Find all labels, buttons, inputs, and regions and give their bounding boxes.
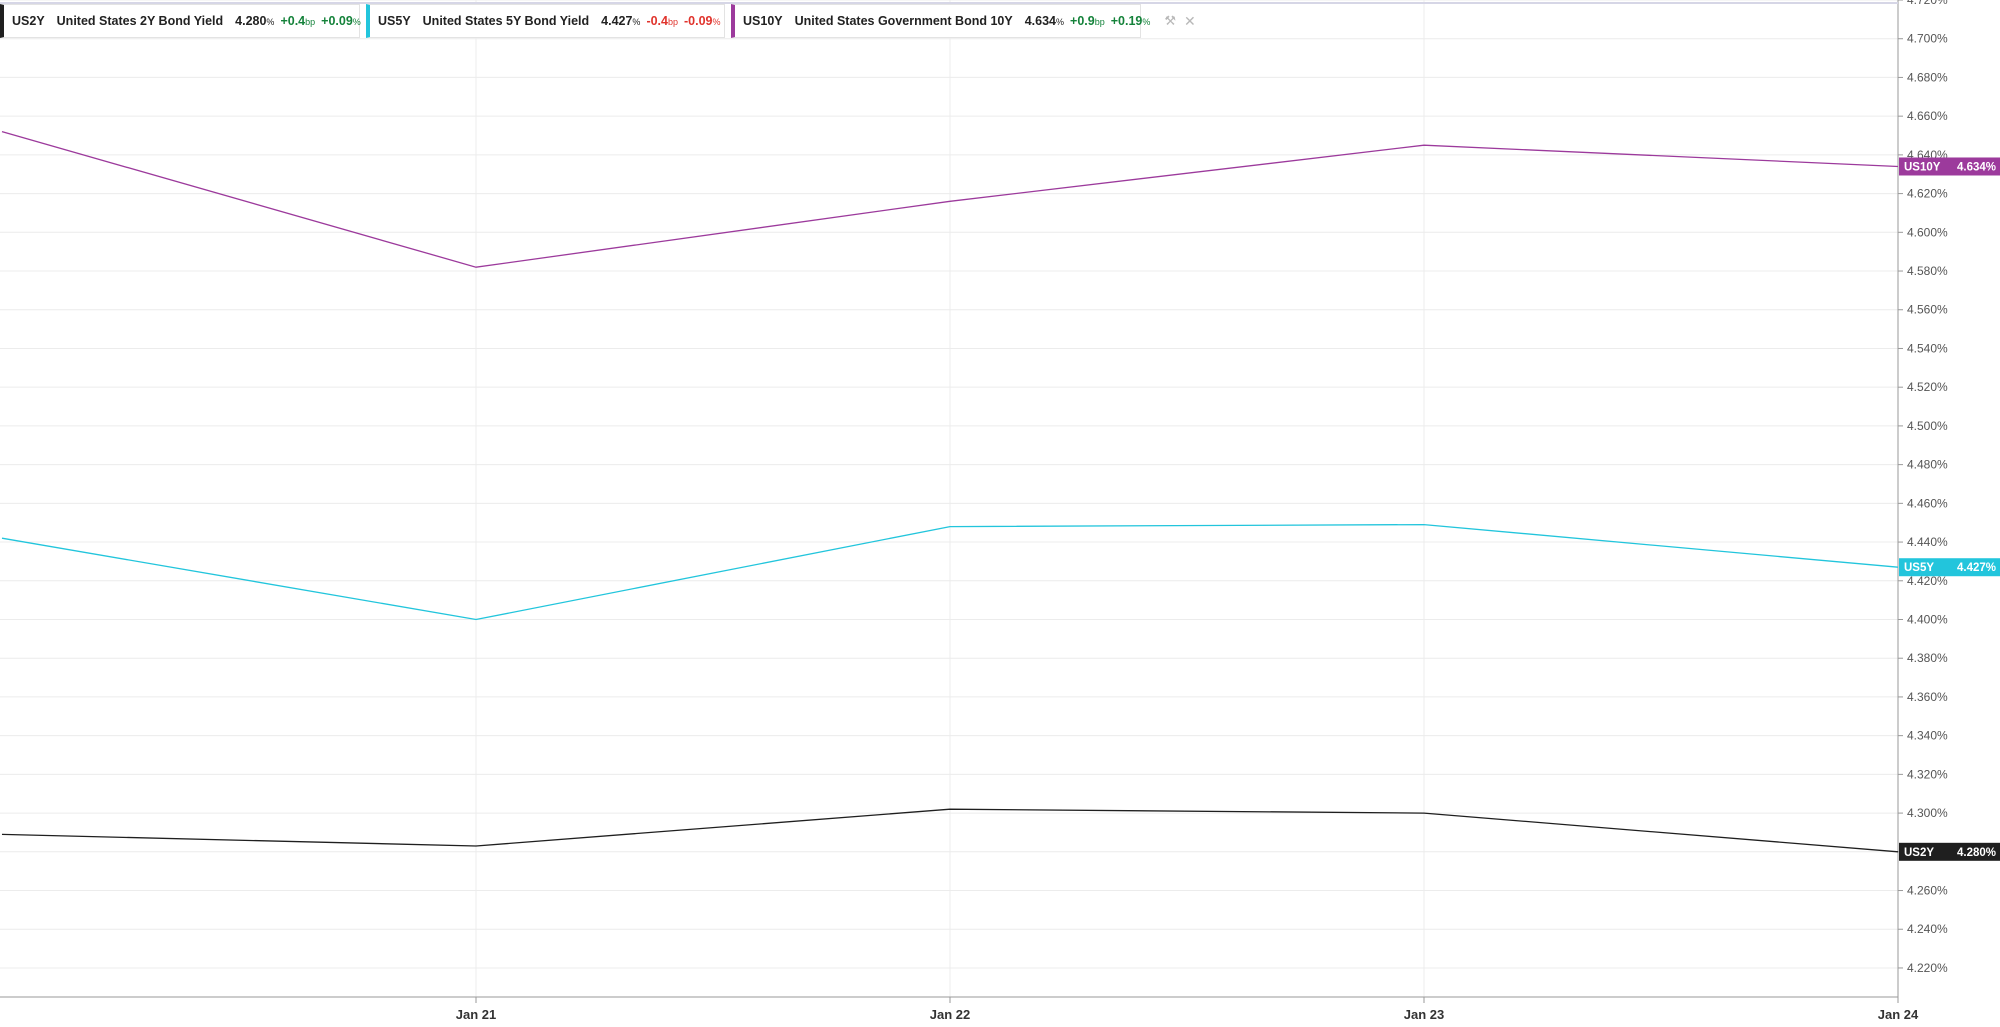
legend-change: +0.9bp: [1070, 14, 1105, 28]
y-tick-label: 4.360%: [1907, 690, 1948, 704]
y-tick-label: 4.220%: [1907, 961, 1948, 975]
y-tick-label: 4.560%: [1907, 303, 1948, 317]
y-axis-ticks: 4.220%4.240%4.260%4.280%4.300%4.320%4.34…: [1898, 0, 1948, 975]
y-tick-label: 4.440%: [1907, 535, 1948, 549]
last-value-tag-value: 4.634%: [1957, 161, 1996, 173]
legend-change: -0.4bp: [646, 14, 678, 28]
legend-symbol: US10Y: [743, 14, 783, 28]
legend-symbol: US5Y: [378, 14, 411, 28]
legend-bar: US2Y United States 2Y Bond Yield 4.280% …: [0, 4, 1196, 40]
y-tick-label: 4.520%: [1907, 380, 1948, 394]
y-tick-label: 4.620%: [1907, 187, 1948, 201]
y-tick-label: 4.400%: [1907, 612, 1948, 626]
yield-line-chart: 4.220% 4.240% 4.260% 4.280% 4.300% 4.320% 4.34…: [0, 0, 2000, 1022]
y-tick-label: 4.340%: [1907, 729, 1948, 743]
legend-price: 4.634%: [1024, 14, 1065, 28]
legend-item-us10y[interactable]: US10Y United States Government Bond 10Y …: [731, 4, 1196, 38]
x-tick-label: Jan 24: [1878, 1007, 1919, 1022]
legend-change-pct: +0.19%: [1110, 14, 1151, 28]
last-value-tag-value: 4.427%: [1957, 562, 1996, 574]
chart-axes: [0, 0, 1899, 998]
y-tick-label: 4.380%: [1907, 651, 1948, 665]
chart-grid: [0, 0, 1899, 997]
x-axis-ticks: Jan 21 Jan 22 Jan 23 Jan 24: [456, 997, 1919, 1022]
legend-symbol: US2Y: [12, 14, 45, 28]
legend-change-pct: -0.09%: [684, 14, 721, 28]
x-tick-label: Jan 22: [930, 1007, 970, 1022]
legend-name: United States 5Y Bond Yield: [422, 14, 590, 28]
y-tick-label: 4.660%: [1907, 109, 1948, 123]
y-tick-label: 4.260%: [1907, 884, 1948, 898]
y-tick-label: 4.500%: [1907, 419, 1948, 433]
close-icon[interactable]: ✕: [1184, 13, 1196, 30]
last-value-tag-value: 4.280%: [1957, 847, 1996, 859]
y-tick-label: 4.540%: [1907, 341, 1948, 355]
last-value-tag-symbol: US2Y: [1904, 847, 1934, 859]
legend-item-us2y[interactable]: US2Y United States 2Y Bond Yield 4.280% …: [0, 4, 406, 38]
legend-item-us5y[interactable]: US5Y United States 5Y Bond Yield 4.427% …: [366, 4, 766, 38]
y-tick-label: 4.320%: [1907, 767, 1948, 781]
y-tick-label: 4.460%: [1907, 496, 1948, 510]
legend-change: +0.4bp: [280, 14, 316, 28]
y-tick-label: 4.240%: [1907, 922, 1948, 936]
y-tick-label: 4.300%: [1907, 806, 1948, 820]
y-tick-label: 4.680%: [1907, 70, 1948, 84]
y-tick-label: 4.580%: [1907, 264, 1948, 278]
last-value-tag-symbol: US10Y: [1904, 161, 1941, 173]
x-tick-label: Jan 21: [456, 1007, 496, 1022]
wrench-icon[interactable]: ⚒: [1164, 13, 1176, 29]
legend-change-pct: +0.09%: [321, 14, 361, 28]
y-tick-label: 4.600%: [1907, 225, 1948, 239]
legend-name: United States Government Bond 10Y: [794, 14, 1013, 28]
legend-name: United States 2Y Bond Yield: [56, 14, 224, 28]
y-tick-label: 4.700%: [1907, 32, 1948, 46]
legend-price: 4.280%: [235, 14, 275, 28]
y-tick-label: 4.480%: [1907, 458, 1948, 472]
y-tick-label: 4.720%: [1907, 0, 1948, 7]
legend-price: 4.427%: [601, 14, 641, 28]
x-tick-label: Jan 23: [1404, 1007, 1444, 1022]
last-value-tag-symbol: US5Y: [1904, 562, 1934, 574]
